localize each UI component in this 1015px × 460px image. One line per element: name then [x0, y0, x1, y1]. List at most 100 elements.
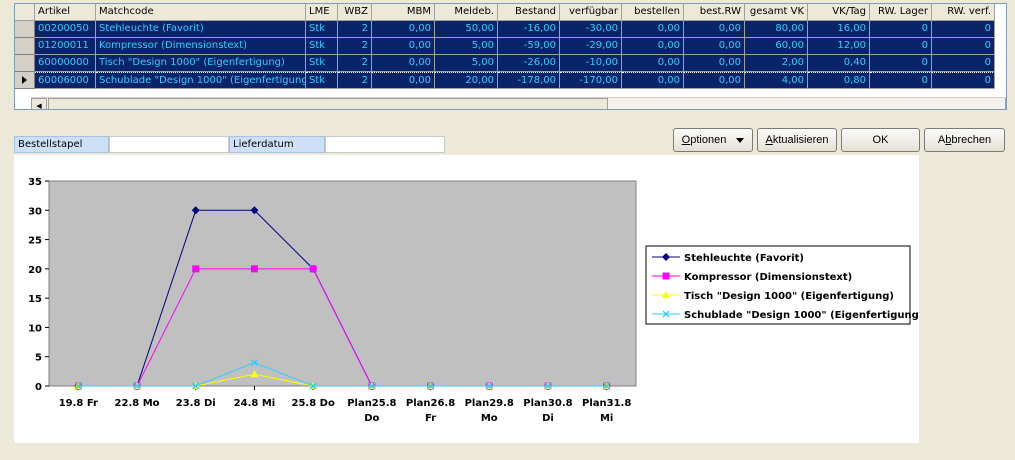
column-header[interactable]: verfügbar	[560, 4, 622, 21]
table-cell[interactable]: 60006000	[35, 72, 96, 89]
table-cell[interactable]: 16,00	[808, 21, 870, 38]
table-cell[interactable]: -16,00	[498, 21, 560, 38]
abbrechen-button[interactable]: Abbrechen	[924, 128, 1005, 152]
table-row[interactable]: 00200050 Stehleuchte (Favorit) Stk 2 0,00 50,…	[15, 21, 995, 38]
table-row[interactable]: 60000000 Tisch "Design 1000" (Eigenfertig…	[15, 55, 995, 72]
table-cell[interactable]: 0	[870, 55, 932, 72]
table-cell[interactable]: -59,00	[498, 38, 560, 55]
table-cell[interactable]: 0	[870, 21, 932, 38]
table-cell[interactable]: 0	[932, 72, 995, 89]
table-cell[interactable]: Schublade "Design 1000" (Eigenfertigung)	[96, 72, 306, 89]
table-cell[interactable]: 0,40	[808, 55, 870, 72]
table-cell[interactable]: 5,00	[435, 55, 498, 72]
column-header[interactable]: Matchcode	[96, 4, 306, 21]
column-header[interactable]: Meldeb.	[435, 4, 498, 21]
table-cell[interactable]: Kompressor (Dimensionstext)	[96, 38, 306, 55]
ok-button[interactable]: OK	[841, 128, 920, 152]
row-selector[interactable]	[15, 72, 35, 89]
table-cell[interactable]: -29,00	[560, 38, 622, 55]
column-header[interactable]: RW. verf.	[932, 4, 995, 21]
table-cell[interactable]: 20,00	[435, 72, 498, 89]
header-corner	[15, 4, 35, 21]
column-header[interactable]: Artikel	[35, 4, 96, 21]
column-header[interactable]: best.RW	[684, 4, 745, 21]
table-cell[interactable]: 5,00	[435, 38, 498, 55]
table-cell[interactable]: 0,00	[622, 55, 684, 72]
table-cell[interactable]: -178,00	[498, 72, 560, 89]
column-header[interactable]: Bestand	[498, 4, 560, 21]
bestellstapel-input[interactable]	[109, 136, 229, 153]
table-cell[interactable]: 0,00	[622, 21, 684, 38]
table-cell[interactable]: 0,00	[684, 21, 745, 38]
x-tick-label: 23.8 Di	[176, 398, 216, 409]
table-cell[interactable]: 50,00	[435, 21, 498, 38]
table-cell[interactable]: 0,00	[372, 55, 435, 72]
article-grid[interactable]: Artikel Matchcode LME WBZ MBM Meldeb. Bestand v…	[14, 3, 1007, 110]
optionen-button[interactable]: Optionen	[673, 128, 753, 152]
table-cell[interactable]: Stk	[306, 72, 338, 89]
column-header[interactable]: LME	[306, 4, 338, 21]
table-cell[interactable]: 2	[338, 21, 372, 38]
y-tick-label: 20	[28, 265, 42, 276]
chevron-down-icon	[736, 137, 745, 143]
table-cell[interactable]: 4,00	[745, 72, 808, 89]
table-cell[interactable]: Stk	[306, 38, 338, 55]
table-cell[interactable]: 01200011	[35, 38, 96, 55]
table-cell[interactable]: -170,00	[560, 72, 622, 89]
scroll-right-button[interactable]: ▶	[1005, 98, 1006, 109]
table-cell[interactable]: -26,00	[498, 55, 560, 72]
column-header[interactable]: WBZ	[338, 4, 372, 21]
table-cell[interactable]: 12,00	[808, 38, 870, 55]
column-header[interactable]: RW. Lager	[870, 4, 932, 21]
scroll-thumb[interactable]	[48, 98, 608, 109]
table-cell[interactable]: -30,00	[560, 21, 622, 38]
aktualisieren-button[interactable]: Aktualisieren	[757, 128, 837, 152]
table-cell[interactable]: Stk	[306, 55, 338, 72]
x-tick-label: Plan26.8	[406, 398, 455, 409]
horizontal-scrollbar[interactable]: ◀ ▶	[31, 97, 1006, 109]
row-selector[interactable]	[15, 55, 35, 72]
table-cell[interactable]: 60000000	[35, 55, 96, 72]
table-cell[interactable]: 0,00	[622, 72, 684, 89]
table-cell[interactable]: 0,00	[684, 72, 745, 89]
column-header[interactable]: VK/Tag	[808, 4, 870, 21]
table-cell[interactable]: 80,00	[745, 21, 808, 38]
table-cell[interactable]: -10,00	[560, 55, 622, 72]
column-header[interactable]: bestellen	[622, 4, 684, 21]
table-cell[interactable]: 0,00	[372, 72, 435, 89]
table-cell[interactable]: 0,00	[372, 21, 435, 38]
table-cell[interactable]: 0,00	[622, 38, 684, 55]
table-cell[interactable]: 0	[870, 38, 932, 55]
column-header[interactable]: MBM	[372, 4, 435, 21]
table-cell[interactable]: 0,80	[808, 72, 870, 89]
line-chart: 0 5 10 15 20 25 30 35 19.8 Fr 22.8 Mo 23.8 Di 24.8 …	[28, 177, 919, 424]
table-cell[interactable]: 0,00	[684, 55, 745, 72]
table-cell[interactable]: Tisch "Design 1000" (Eigenfertigung)	[96, 55, 306, 72]
x-tick-label: 25.8 Do	[291, 398, 334, 409]
lieferdatum-input[interactable]	[325, 136, 445, 153]
table-cell[interactable]: 0	[870, 72, 932, 89]
table-cell[interactable]: Stehleuchte (Favorit)	[96, 21, 306, 38]
scroll-left-button[interactable]: ◀	[31, 98, 47, 109]
table-cell[interactable]: 2	[338, 72, 372, 89]
table-cell[interactable]: 60,00	[745, 38, 808, 55]
table-cell[interactable]: 00200050	[35, 21, 96, 38]
table-cell[interactable]: 2	[338, 38, 372, 55]
x-tick-label: 19.8 Fr	[59, 398, 98, 409]
table-cell[interactable]: 0	[932, 38, 995, 55]
data-point	[192, 265, 200, 273]
table-cell[interactable]: 0	[932, 55, 995, 72]
table-cell[interactable]: 0,00	[372, 38, 435, 55]
table-row[interactable]: 01200011 Kompressor (Dimensionstext) Stk 2 0…	[15, 38, 995, 55]
table-cell[interactable]: 0	[932, 21, 995, 38]
column-header[interactable]: gesamt VK	[745, 4, 808, 21]
x-tick-label: 22.8 Mo	[115, 398, 160, 409]
x-tick-label: Plan29.8	[465, 398, 514, 409]
table-cell[interactable]: Stk	[306, 21, 338, 38]
table-cell[interactable]: 2	[338, 55, 372, 72]
table-row[interactable]: 60006000 Schublade "Design 1000" (Eigenfe…	[15, 72, 995, 89]
row-selector[interactable]	[15, 21, 35, 38]
table-cell[interactable]: 2,00	[745, 55, 808, 72]
row-selector[interactable]	[15, 38, 35, 55]
table-cell[interactable]: 0,00	[684, 38, 745, 55]
